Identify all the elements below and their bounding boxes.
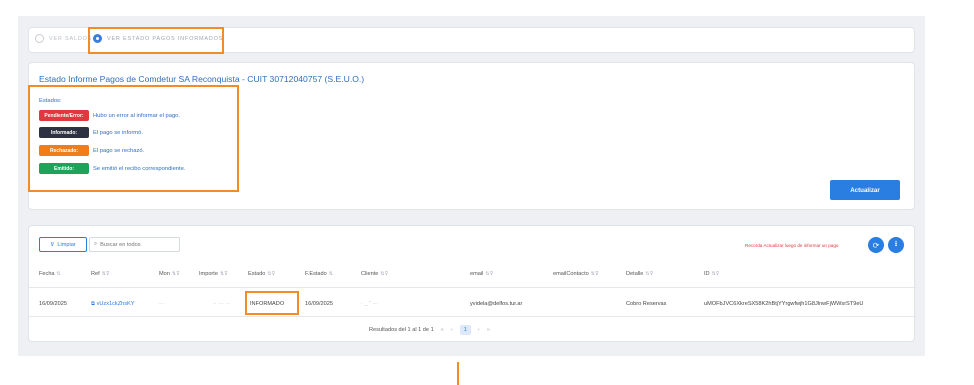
cell-detalle: Cobro Reservas xyxy=(626,301,667,307)
refresh-icon[interactable]: ⟳ xyxy=(868,237,884,253)
highlight-box-estados xyxy=(28,85,239,192)
cell-id: uMOFbJVC6XkreSX58K2hBtjYYrgwfwjh1G8JlnwF… xyxy=(704,301,864,307)
radio-label-saldos: VER SALDOS xyxy=(49,35,93,42)
cell-importe: ·· ··· ·· xyxy=(213,301,230,307)
pagination: Resultados del 1 al 1 de 1 « ‹ 1 › » xyxy=(369,325,490,335)
cell-ref-link[interactable]: ⧉ vUzx1ckZhsKY xyxy=(91,301,134,308)
highlight-box-estado-cell xyxy=(245,291,299,315)
row-divider xyxy=(29,316,916,317)
download-icon[interactable]: ⭳ xyxy=(888,237,904,253)
col-header-detalle[interactable]: Detalle ⇅⊽ xyxy=(626,271,653,277)
search-icon: ⌕ xyxy=(94,241,98,247)
last-page-button[interactable]: » xyxy=(487,327,490,333)
header-divider xyxy=(29,287,916,288)
col-header-estado[interactable]: Estado ⇅⊽ xyxy=(248,271,275,277)
limpiar-filters-button[interactable]: ⊽ Limpiar xyxy=(39,237,87,252)
pagos-table-card: ⊽ Limpiar ⌕ Recorda Actualizar luego de … xyxy=(28,225,916,342)
highlight-box-radio xyxy=(88,27,224,54)
col-header-fecha[interactable]: Fecha ⇅ xyxy=(39,271,61,277)
reminder-text: Recorda Actualizar luego de informar un … xyxy=(745,243,839,248)
cell-cliente: · _ ˘ ··· xyxy=(361,301,379,307)
limpiar-label: Limpiar xyxy=(57,241,76,248)
radio-circle-icon[interactable] xyxy=(35,34,44,43)
cell-festado: 16/09/2025 xyxy=(305,301,333,307)
search-box[interactable]: ⌕ xyxy=(89,237,180,252)
col-header-email[interactable]: email ⇅⊽ xyxy=(470,271,493,277)
col-header-emailcontacto[interactable]: emailContacto ⇅⊽ xyxy=(553,271,599,277)
page-title: Estado Informe Pagos de Comdetur SA Reco… xyxy=(39,74,365,84)
first-page-button[interactable]: « xyxy=(441,327,444,333)
cell-email: yvidela@delfos.tur.ar xyxy=(470,301,523,307)
cell-mon: ··· xyxy=(159,301,165,307)
search-input[interactable] xyxy=(100,241,171,248)
orange-marker xyxy=(457,362,459,385)
actualizar-button[interactable]: Actualizar xyxy=(830,180,900,200)
col-header-festado[interactable]: F.Estado ⇅ xyxy=(305,271,333,277)
col-header-id[interactable]: ID ⇅⊽ xyxy=(704,271,719,277)
pager-text: Resultados del 1 al 1 de 1 xyxy=(369,327,434,333)
filter-icon: ⊽ xyxy=(50,241,55,248)
cell-fecha: 16/09/2025 xyxy=(39,301,67,307)
prev-page-button[interactable]: ‹ xyxy=(451,327,453,333)
radio-ver-saldos[interactable]: VER SALDOS xyxy=(35,34,92,43)
col-header-importe[interactable]: Importe ⇅⊽ xyxy=(199,271,228,277)
col-header-mon[interactable]: Mon ⇅⊽ xyxy=(159,271,180,277)
next-page-button[interactable]: › xyxy=(478,327,480,333)
col-header-ref[interactable]: Ref ⇅⊽ xyxy=(91,271,110,277)
col-header-cliente[interactable]: Cliente ⇅⊽ xyxy=(361,271,388,277)
page-1-button[interactable]: 1 xyxy=(459,325,471,335)
